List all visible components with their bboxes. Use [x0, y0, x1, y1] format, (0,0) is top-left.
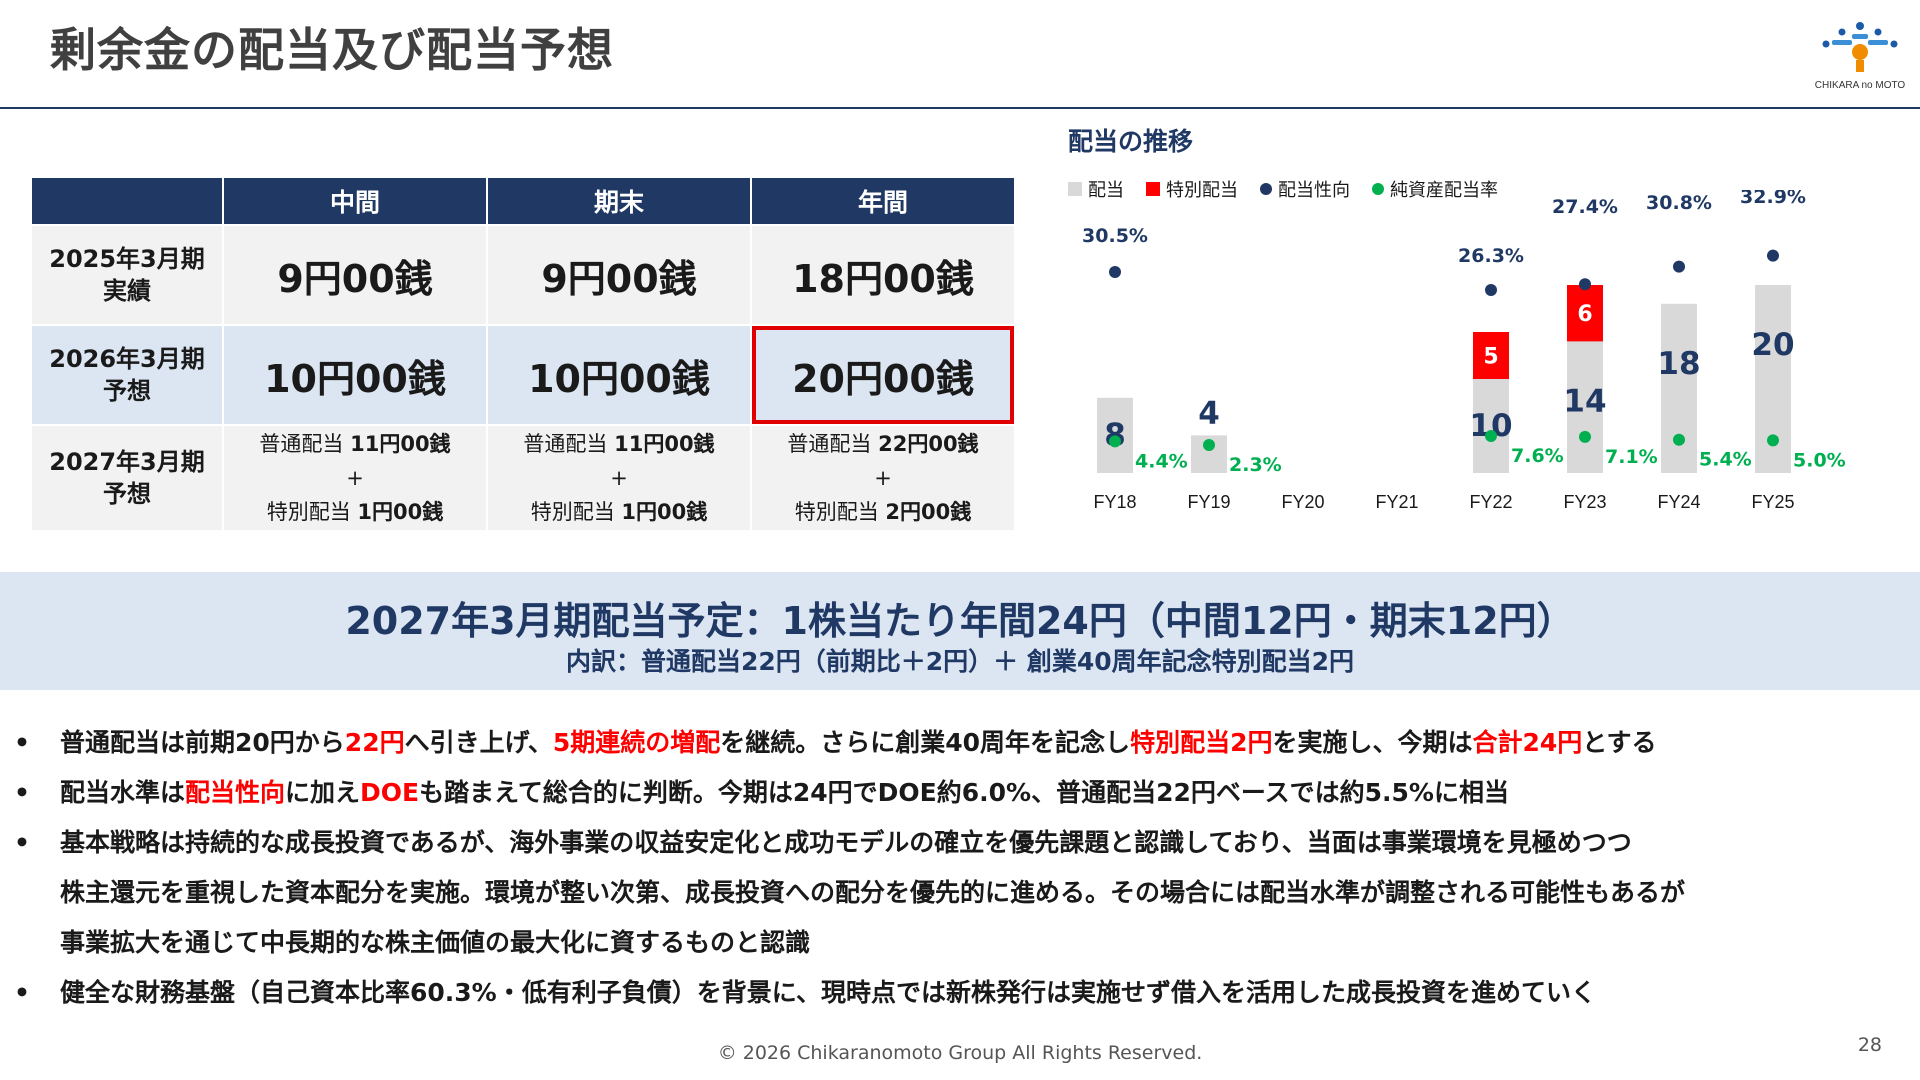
row-header: 2027年3月期 予想	[32, 426, 222, 530]
table-cell: 普通配当 22円00銭 + 特別配当 2円00銭	[752, 426, 1014, 530]
x-tick-label: FY25	[1751, 492, 1794, 512]
x-tick-label: FY18	[1093, 492, 1136, 512]
table-cell: 普通配当 11円00銭 + 特別配当 1円00銭	[488, 426, 750, 530]
dividend-label: 4	[1198, 395, 1220, 431]
payout-ratio-label: 27.4%	[1552, 196, 1618, 218]
x-tick-label: FY24	[1657, 492, 1700, 512]
table-cell: 9円00銭	[488, 226, 750, 324]
logo-mark-icon	[1822, 22, 1898, 72]
dividend-bar	[1661, 303, 1697, 473]
table-cell: 普通配当 11円00銭 + 特別配当 1円00銭	[224, 426, 486, 530]
table-cell: 10円00銭	[224, 326, 486, 424]
page-number: 28	[1857, 1034, 1882, 1056]
table-row: 2027年3月期 予想 普通配当 11円00銭 + 特別配当 1円00銭 普通配当…	[32, 426, 1014, 530]
x-tick-label: FY23	[1563, 492, 1606, 512]
banner-subline: 内訳：普通配当22円（前期比＋2円）＋ 創業40周年記念特別配当2円	[565, 647, 1355, 676]
list-item: 普通配当は前期20円から22円へ引き上げ、5期連続の増配を継続。さらに創業40周…	[12, 718, 1912, 768]
doe-label: 2.3%	[1229, 454, 1282, 476]
page-title: 剰余金の配当及び配当予想	[50, 23, 614, 77]
special-dividend-label: 6	[1577, 302, 1592, 327]
payout-ratio-point	[1767, 249, 1779, 262]
dividend-label: 20	[1751, 327, 1794, 363]
column-header: 年間	[752, 178, 1014, 224]
x-tick-label: FY22	[1469, 492, 1512, 512]
payout-ratio-label: 26.3%	[1458, 245, 1524, 267]
dividend-label: 8	[1104, 417, 1126, 453]
doe-label: 5.4%	[1699, 449, 1752, 471]
payout-ratio-point	[1485, 284, 1497, 296]
x-tick-label: FY20	[1281, 492, 1324, 512]
table-corner	[32, 178, 222, 224]
doe-point	[1767, 434, 1779, 447]
banner-headline: 2027年3月期配当予定：1株当たり年間24円（中間12円・期末12円）	[345, 599, 1575, 643]
doe-point	[1579, 430, 1591, 443]
table-row: 2026年3月期 予想 10円00銭 10円00銭 20円00銭	[32, 326, 1014, 424]
column-header: 中間	[224, 178, 486, 224]
x-tick-label: FY21	[1375, 492, 1418, 512]
copyright-footer: © 2026 Chikaranomoto Group All Rights Re…	[717, 1042, 1203, 1064]
company-logo: CHIKARA no MOTO	[1812, 18, 1908, 98]
doe-point	[1673, 433, 1685, 446]
doe-point	[1485, 429, 1497, 442]
dividend-table: 中間 期末 年間 2025年3月期 実績 9円00銭 9円00銭 18円00銭 2…	[30, 176, 1016, 532]
x-tick-label: FY19	[1187, 492, 1230, 512]
dividend-chart: FY18830.5%4.4%FY1942.3%FY20 FY21 FY2210526…	[1082, 190, 1846, 512]
bullet-list: 普通配当は前期20円から22円へ引き上げ、5期連続の増配を継続。さらに創業40周…	[12, 718, 1912, 1018]
doe-point	[1203, 439, 1215, 451]
table-row: 2025年3月期 実績 9円00銭 9円00銭 18円00銭	[32, 226, 1014, 324]
dividend-label: 18	[1657, 346, 1700, 382]
dividend-banner: 2027年3月期配当予定：1株当たり年間24円（中間12円・期末12円） 内訳：…	[0, 572, 1920, 690]
doe-label: 7.1%	[1605, 446, 1658, 468]
doe-label: 5.0%	[1793, 449, 1846, 471]
dividend-label: 14	[1563, 383, 1606, 419]
table-cell: 10円00銭	[488, 326, 750, 424]
column-header: 期末	[488, 178, 750, 224]
list-item: 配当水準は配当性向に加えDOEも踏まえて総合的に判断。今期は24円でDOE約6.…	[12, 768, 1912, 818]
payout-ratio-label: 30.5%	[1082, 225, 1148, 247]
list-item: 健全な財務基盤（自己資本比率60.3%・低有利子負債）を背景に、現時点では新株発…	[12, 968, 1912, 1018]
doe-label: 4.4%	[1135, 450, 1188, 472]
special-dividend-label: 5	[1483, 345, 1498, 370]
row-header: 2026年3月期 予想	[32, 326, 222, 424]
payout-ratio-point	[1673, 260, 1685, 273]
logo-text: CHIKARA no MOTO	[1814, 80, 1906, 91]
payout-ratio-point	[1579, 278, 1591, 291]
highlighted-cell: 20円00銭	[752, 326, 1014, 424]
title-divider	[0, 107, 1920, 109]
row-header: 2025年3月期 実績	[32, 226, 222, 324]
table-cell: 9円00銭	[224, 226, 486, 324]
doe-label: 7.6%	[1511, 445, 1564, 467]
payout-ratio-label: 32.9%	[1740, 190, 1806, 208]
list-item: 基本戦略は持続的な成長投資であるが、海外事業の収益安定化と成功モデルの確立を優先…	[12, 818, 1912, 968]
table-cell: 18円00銭	[752, 226, 1014, 324]
chart-title: 配当の推移	[1068, 127, 1194, 156]
payout-ratio-point	[1109, 266, 1121, 278]
doe-point	[1109, 435, 1121, 448]
payout-ratio-label: 30.8%	[1646, 192, 1712, 214]
